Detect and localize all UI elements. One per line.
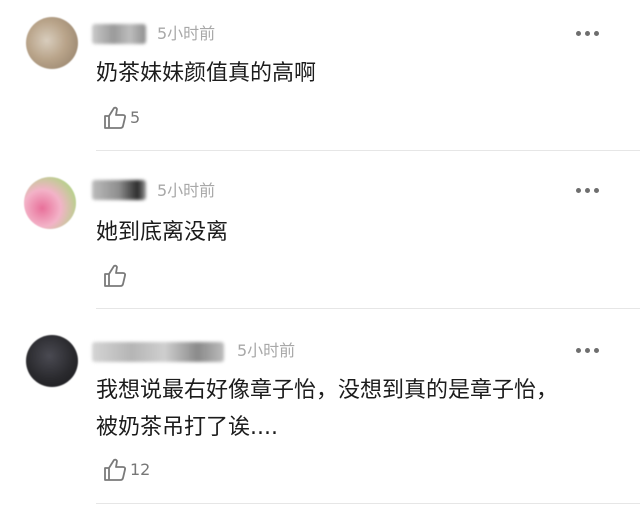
username-blurred[interactable] [92, 342, 224, 362]
more-options-button[interactable] [576, 343, 603, 357]
more-options-button[interactable] [576, 183, 603, 197]
comment-time: 5小时前 [157, 24, 216, 43]
thumbs-up-icon [102, 263, 128, 289]
comment-time: 5小时前 [157, 181, 216, 200]
like-button[interactable]: 12 [102, 456, 150, 484]
avatar[interactable] [26, 335, 78, 387]
comment-item: 5小时前 奶茶妹妹颜值真的高啊 5 [0, 0, 640, 152]
divider [96, 308, 640, 309]
more-options-button[interactable] [576, 26, 603, 40]
comment-text: 我想说最右好像章子怡，没想到真的是章子怡，被奶茶吊打了诶.... [96, 378, 559, 440]
comment-text: 她到底离没离 [96, 220, 229, 245]
thumbs-up-icon [102, 457, 128, 483]
avatar[interactable] [24, 177, 76, 229]
like-button[interactable]: 5 [102, 104, 140, 132]
comment-item: 5小时前 她到底离没离 [0, 152, 640, 310]
avatar[interactable] [26, 17, 78, 69]
more-dots-icon [576, 347, 581, 353]
comment-item: 5小时前 我想说最右好像章子怡，没想到真的是章子怡，被奶茶吊打了诶.... 12 [0, 310, 640, 509]
like-count: 12 [130, 460, 151, 479]
like-count: 5 [130, 108, 141, 127]
more-dots-icon [576, 30, 581, 36]
username-blurred[interactable] [92, 24, 146, 44]
comment-time: 5小时前 [237, 341, 296, 360]
more-dots-icon [576, 187, 581, 193]
like-button[interactable] [102, 262, 130, 290]
comment-text: 奶茶妹妹颜值真的高啊 [96, 61, 317, 86]
username-blurred[interactable] [92, 180, 146, 200]
thumbs-up-icon [102, 105, 128, 131]
divider [96, 150, 640, 151]
divider [96, 503, 640, 504]
